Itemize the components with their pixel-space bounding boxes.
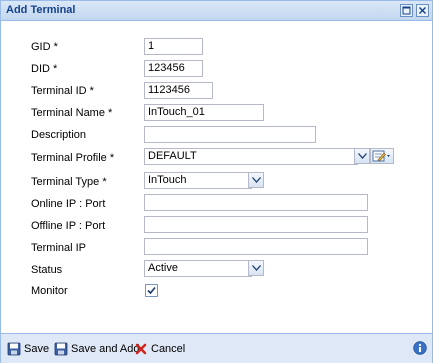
terminal-type-combo[interactable]: InTouch (144, 172, 252, 189)
close-icon[interactable] (416, 4, 429, 17)
window-titlebar[interactable]: Add Terminal (1, 1, 432, 21)
add-terminal-window: Add Terminal GID * 1 DID * 123456 Termin… (0, 0, 433, 363)
info-icon[interactable] (413, 341, 427, 355)
status-combo[interactable]: Active (144, 260, 252, 277)
terminal-profile-combo[interactable]: DEFAULT (144, 148, 358, 165)
did-label: DID * (31, 63, 58, 75)
floppy-disk-icon (7, 342, 21, 356)
online-ip-label: Online IP : Port (31, 198, 106, 210)
status-label: Status (31, 264, 63, 276)
save-button-label: Save (24, 343, 50, 355)
terminal-id-label: Terminal ID * (31, 85, 94, 97)
maximize-icon[interactable] (400, 4, 413, 17)
status-dropdown-trigger[interactable] (248, 260, 264, 276)
chevron-down-icon (252, 177, 261, 183)
chevron-down-icon (358, 153, 367, 159)
chevron-down-icon (252, 265, 261, 271)
offline-ip-label: Offline IP : Port (31, 220, 106, 232)
cancel-button[interactable]: Cancel (134, 342, 186, 356)
monitor-label: Monitor (31, 285, 68, 297)
did-field[interactable]: 123456 (144, 60, 203, 77)
terminal-profile-dropdown-trigger[interactable] (354, 148, 370, 164)
cancel-button-label: Cancel (151, 343, 186, 355)
terminal-id-field[interactable]: 1123456 (144, 82, 213, 99)
terminal-ip-field[interactable] (144, 238, 368, 255)
terminal-type-label: Terminal Type * (31, 176, 107, 188)
terminal-type-dropdown-trigger[interactable] (248, 172, 264, 188)
terminal-name-label: Terminal Name * (31, 107, 113, 119)
description-label: Description (31, 129, 87, 141)
monitor-checkbox[interactable] (145, 284, 158, 297)
edit-profile-icon (372, 150, 390, 162)
offline-ip-field[interactable] (144, 216, 368, 233)
terminal-profile-label: Terminal Profile * (31, 152, 115, 164)
save-button[interactable]: Save (7, 342, 50, 356)
gid-field[interactable]: 1 (144, 38, 203, 55)
online-ip-field[interactable] (144, 194, 368, 211)
terminal-ip-label: Terminal IP (31, 242, 87, 254)
checkmark-icon (147, 286, 156, 295)
save-and-add-button-label: Save and Add (71, 343, 140, 355)
red-x-icon (135, 343, 147, 355)
save-and-add-button[interactable]: Save and Add (54, 342, 140, 356)
edit-profile-button[interactable] (370, 148, 394, 164)
terminal-form: GID * 1 DID * 123456 Terminal ID * 11234… (1, 21, 432, 333)
window-title: Add Terminal (6, 4, 76, 16)
floppy-disk-icon (54, 342, 68, 356)
terminal-name-field[interactable]: InTouch_01 (144, 104, 264, 121)
gid-label: GID * (31, 41, 58, 53)
description-field[interactable] (144, 126, 316, 143)
window-footer-toolbar: Save Save and Add Cancel (1, 333, 432, 363)
